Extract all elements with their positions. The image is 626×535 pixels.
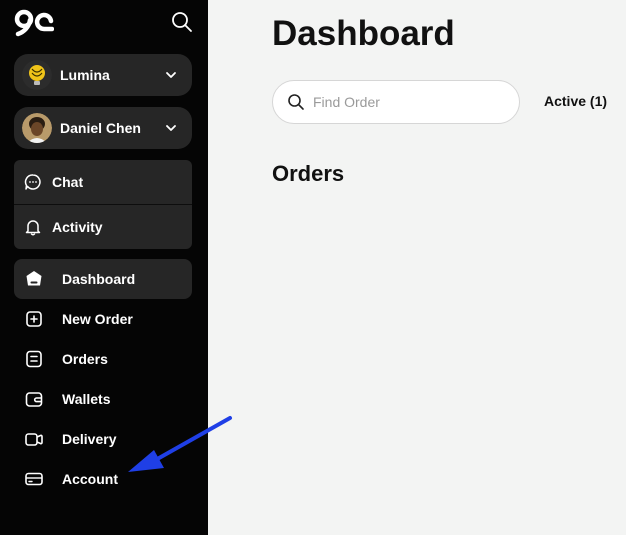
account-card-icon bbox=[25, 472, 43, 486]
sidebar-item-label: New Order bbox=[62, 311, 133, 327]
find-order-search[interactable] bbox=[272, 80, 520, 124]
wallet-icon bbox=[25, 392, 43, 407]
find-order-input[interactable] bbox=[313, 94, 503, 110]
page-title: Dashboard bbox=[272, 14, 455, 53]
chat-label: Chat bbox=[52, 174, 84, 190]
search-icon bbox=[288, 94, 304, 110]
sidebar-item-label: Account bbox=[62, 471, 118, 487]
orders-heading: Orders bbox=[272, 161, 345, 186]
activity-label: Activity bbox=[52, 219, 103, 235]
sidebar-item-dashboard[interactable]: Dashboard bbox=[14, 259, 192, 299]
delivery-icon bbox=[25, 433, 43, 446]
sidebar-item-new-order[interactable]: New Order bbox=[14, 299, 192, 339]
chevron-down-icon bbox=[166, 125, 176, 131]
sidebar: Lumina Daniel Chen Chat Activity Dashboa… bbox=[0, 0, 208, 535]
logo[interactable] bbox=[14, 9, 54, 37]
workspace-name: Lumina bbox=[60, 67, 110, 83]
sidebar-item-orders[interactable]: Orders bbox=[14, 339, 192, 379]
bell-icon bbox=[25, 220, 41, 236]
sidebar-item-chat[interactable]: Chat bbox=[14, 160, 192, 204]
sidebar-item-delivery[interactable]: Delivery bbox=[14, 419, 192, 459]
chat-icon bbox=[24, 174, 41, 190]
new-order-icon bbox=[26, 311, 42, 327]
orders-icon bbox=[26, 350, 42, 368]
dashboard-icon bbox=[26, 271, 42, 286]
chevron-down-icon bbox=[166, 72, 176, 78]
sidebar-item-label: Dashboard bbox=[62, 271, 136, 287]
sidebar-item-account[interactable]: Account bbox=[14, 459, 192, 499]
user-name: Daniel Chen bbox=[60, 120, 141, 136]
tab-active[interactable]: Active (1) bbox=[544, 93, 607, 109]
user-selector[interactable]: Daniel Chen bbox=[14, 107, 192, 149]
sidebar-item-label: Orders bbox=[62, 351, 108, 367]
communication-panel: Chat Activity bbox=[14, 160, 192, 249]
sidebar-item-label: Delivery bbox=[62, 431, 117, 447]
workspace-avatar bbox=[22, 60, 52, 90]
sidebar-item-activity[interactable]: Activity bbox=[14, 205, 192, 249]
sidebar-item-label: Wallets bbox=[62, 391, 111, 407]
search-icon[interactable] bbox=[170, 10, 194, 34]
workspace-selector[interactable]: Lumina bbox=[14, 54, 192, 96]
sidebar-item-wallets[interactable]: Wallets bbox=[14, 379, 192, 419]
user-avatar bbox=[22, 113, 52, 143]
